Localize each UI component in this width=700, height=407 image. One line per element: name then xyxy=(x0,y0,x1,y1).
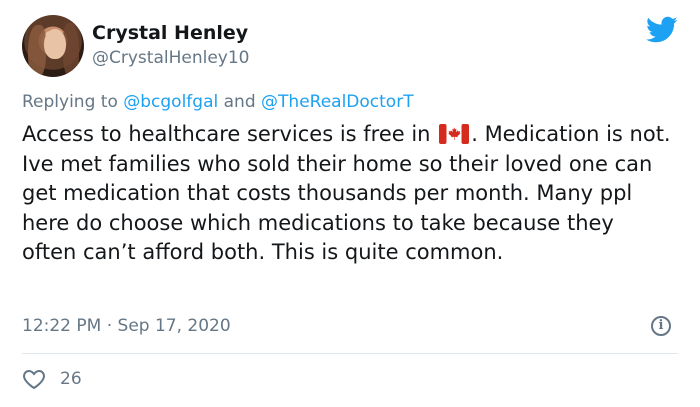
tweet-text-line1: Access to healthcare services is free in xyxy=(22,122,431,146)
replying-to-joiner: and xyxy=(218,92,262,112)
heart-icon[interactable] xyxy=(22,368,46,390)
tweet-card: Crystal Henley @CrystalHenley10 Replying… xyxy=(0,0,700,407)
avatar[interactable] xyxy=(22,15,84,77)
replying-to-label: Replying to xyxy=(22,92,124,112)
tweet-text: Access to healthcare services is free in… xyxy=(22,120,672,268)
info-icon[interactable]: i xyxy=(651,316,671,336)
like-action[interactable]: 26 xyxy=(22,368,82,390)
mention-link[interactable]: @bcgolfgal xyxy=(123,92,218,112)
canada-flag-icon xyxy=(439,124,470,144)
author-name[interactable]: Crystal Henley xyxy=(92,22,248,44)
tweet-text-line1-end: . xyxy=(471,122,478,146)
divider xyxy=(22,353,678,354)
tweet-timestamp[interactable]: 12:22 PM · Sep 17, 2020 xyxy=(22,316,231,336)
twitter-bird-icon[interactable] xyxy=(646,16,678,44)
like-count: 26 xyxy=(60,369,82,389)
author-handle[interactable]: @CrystalHenley10 xyxy=(92,48,249,68)
replying-to: Replying to @bcgolfgal and @TheRealDocto… xyxy=(22,92,414,112)
avatar-hair-left xyxy=(28,25,46,77)
avatar-face xyxy=(44,29,66,59)
mention-link[interactable]: @TheRealDoctorT xyxy=(261,92,414,112)
